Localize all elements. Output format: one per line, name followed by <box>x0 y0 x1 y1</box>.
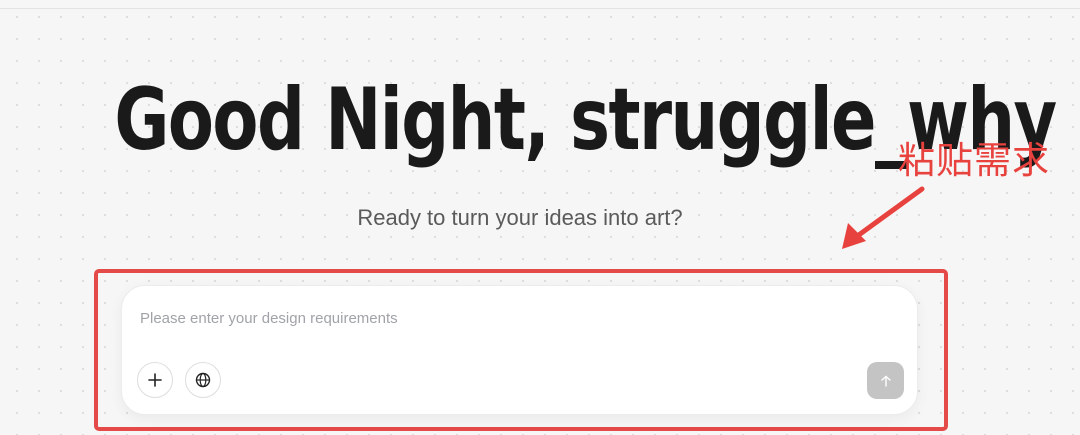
web-search-button[interactable] <box>185 362 221 398</box>
annotation-arrow-icon <box>842 186 925 249</box>
prompt-card <box>121 285 918 415</box>
arrow-up-icon <box>880 375 891 387</box>
add-button[interactable] <box>137 362 173 398</box>
globe-icon <box>195 372 211 388</box>
send-button[interactable] <box>867 362 904 399</box>
plus-icon <box>148 373 162 387</box>
greeting-heading: Good Night, struggle_why <box>114 70 1057 170</box>
design-requirements-input[interactable] <box>140 304 840 332</box>
annotation-label: 粘贴需求 <box>898 139 1050 182</box>
top-divider <box>0 8 1080 9</box>
